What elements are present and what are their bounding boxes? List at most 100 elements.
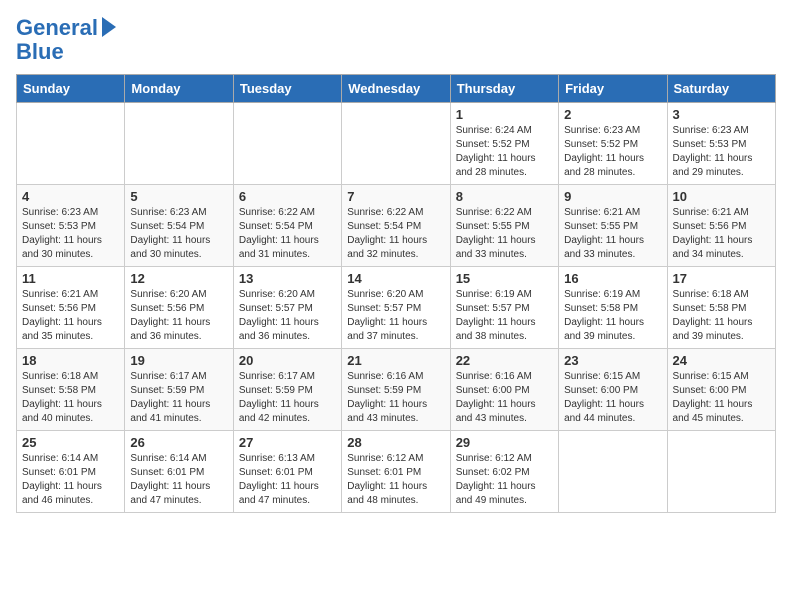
day-info: Sunrise: 6:17 AM Sunset: 5:59 PM Dayligh…: [130, 370, 227, 426]
day-number: 8: [456, 189, 553, 204]
day-number: 16: [564, 271, 661, 286]
day-info: Sunrise: 6:19 AM Sunset: 5:58 PM Dayligh…: [564, 288, 661, 344]
day-info: Sunrise: 6:18 AM Sunset: 5:58 PM Dayligh…: [673, 288, 770, 344]
day-number: 15: [456, 271, 553, 286]
page-header: General Blue: [16, 16, 776, 64]
day-number: 24: [673, 353, 770, 368]
calendar-cell: 27Sunrise: 6:13 AM Sunset: 6:01 PM Dayli…: [233, 431, 341, 513]
day-info: Sunrise: 6:15 AM Sunset: 6:00 PM Dayligh…: [564, 370, 661, 426]
day-info: Sunrise: 6:21 AM Sunset: 5:56 PM Dayligh…: [22, 288, 119, 344]
calendar-cell: [125, 103, 233, 185]
logo-text-blue: Blue: [16, 39, 64, 64]
calendar-cell: 24 Sunrise: 6:15 AM Sunset: 6:00 PM Dayli…: [667, 349, 775, 431]
calendar-cell: 1 Sunrise: 6:24 AM Sunset: 5:52 PM Daylig…: [450, 103, 558, 185]
day-number: 5: [130, 189, 227, 204]
day-number: 19: [130, 353, 227, 368]
col-header-monday: Monday: [125, 75, 233, 103]
day-info: Sunrise: 6:12 AM Sunset: 6:01 PM Dayligh…: [347, 452, 444, 508]
day-info: Sunrise: 6:23 AM Sunset: 5:53 PM Dayligh…: [673, 124, 770, 180]
day-number: 27: [239, 435, 336, 450]
day-info: Sunrise: 6:22 AM Sunset: 5:54 PM Dayligh…: [239, 206, 336, 262]
calendar-cell: 25 Sunrise: 6:14 AM Sunset: 6:01 PM Dayli…: [17, 431, 125, 513]
calendar-cell: 18 Sunrise: 6:18 AM Sunset: 5:58 PM Dayli…: [17, 349, 125, 431]
calendar-cell: 2 Sunrise: 6:23 AM Sunset: 5:52 PM Daylig…: [559, 103, 667, 185]
calendar-cell: 12Sunrise: 6:20 AM Sunset: 5:56 PM Dayli…: [125, 267, 233, 349]
day-number: 12: [130, 271, 227, 286]
calendar-cell: 26 Sunrise: 6:14 AM Sunset: 6:01 PM Dayli…: [125, 431, 233, 513]
calendar-cell: 17 Sunrise: 6:18 AM Sunset: 5:58 PM Dayli…: [667, 267, 775, 349]
col-header-thursday: Thursday: [450, 75, 558, 103]
day-info: Sunrise: 6:19 AM Sunset: 5:57 PM Dayligh…: [456, 288, 553, 344]
day-info: Sunrise: 6:12 AM Sunset: 6:02 PM Dayligh…: [456, 452, 553, 508]
calendar-cell: [342, 103, 450, 185]
col-header-friday: Friday: [559, 75, 667, 103]
day-number: 6: [239, 189, 336, 204]
day-number: 14: [347, 271, 444, 286]
day-info: Sunrise: 6:17 AM Sunset: 5:59 PM Dayligh…: [239, 370, 336, 426]
calendar-cell: [667, 431, 775, 513]
day-info: Sunrise: 6:21 AM Sunset: 5:56 PM Dayligh…: [673, 206, 770, 262]
day-info: Sunrise: 6:23 AM Sunset: 5:52 PM Dayligh…: [564, 124, 661, 180]
day-number: 18: [22, 353, 119, 368]
col-header-saturday: Saturday: [667, 75, 775, 103]
day-number: 21: [347, 353, 444, 368]
calendar-cell: 5 Sunrise: 6:23 AM Sunset: 5:54 PM Daylig…: [125, 185, 233, 267]
calendar-cell: 6 Sunrise: 6:22 AM Sunset: 5:54 PM Daylig…: [233, 185, 341, 267]
day-number: 9: [564, 189, 661, 204]
calendar-header-row: SundayMondayTuesdayWednesdayThursdayFrid…: [17, 75, 776, 103]
day-number: 28: [347, 435, 444, 450]
col-header-wednesday: Wednesday: [342, 75, 450, 103]
calendar-cell: 22 Sunrise: 6:16 AM Sunset: 6:00 PM Dayli…: [450, 349, 558, 431]
day-number: 4: [22, 189, 119, 204]
calendar-cell: 8 Sunrise: 6:22 AM Sunset: 5:55 PM Daylig…: [450, 185, 558, 267]
day-number: 20: [239, 353, 336, 368]
calendar-table: SundayMondayTuesdayWednesdayThursdayFrid…: [16, 74, 776, 513]
day-number: 7: [347, 189, 444, 204]
calendar-cell: 19 Sunrise: 6:17 AM Sunset: 5:59 PM Dayli…: [125, 349, 233, 431]
col-header-tuesday: Tuesday: [233, 75, 341, 103]
day-number: 13: [239, 271, 336, 286]
day-info: Sunrise: 6:14 AM Sunset: 6:01 PM Dayligh…: [130, 452, 227, 508]
day-info: Sunrise: 6:16 AM Sunset: 6:00 PM Dayligh…: [456, 370, 553, 426]
col-header-sunday: Sunday: [17, 75, 125, 103]
calendar-cell: 13Sunrise: 6:20 AM Sunset: 5:57 PM Dayli…: [233, 267, 341, 349]
day-number: 17: [673, 271, 770, 286]
day-number: 23: [564, 353, 661, 368]
calendar-week-row: 11 Sunrise: 6:21 AM Sunset: 5:56 PM Dayli…: [17, 267, 776, 349]
calendar-cell: [559, 431, 667, 513]
calendar-cell: [233, 103, 341, 185]
calendar-cell: 21 Sunrise: 6:16 AM Sunset: 5:59 PM Dayli…: [342, 349, 450, 431]
day-info: Sunrise: 6:14 AM Sunset: 6:01 PM Dayligh…: [22, 452, 119, 508]
day-info: Sunrise: 6:21 AM Sunset: 5:55 PM Dayligh…: [564, 206, 661, 262]
calendar-cell: 20 Sunrise: 6:17 AM Sunset: 5:59 PM Dayli…: [233, 349, 341, 431]
calendar-cell: 14 Sunrise: 6:20 AM Sunset: 5:57 PM Dayli…: [342, 267, 450, 349]
calendar-week-row: 25 Sunrise: 6:14 AM Sunset: 6:01 PM Dayli…: [17, 431, 776, 513]
logo-text-general: General: [16, 16, 98, 40]
calendar-cell: 16 Sunrise: 6:19 AM Sunset: 5:58 PM Dayli…: [559, 267, 667, 349]
calendar-cell: 7Sunrise: 6:22 AM Sunset: 5:54 PM Daylig…: [342, 185, 450, 267]
day-number: 11: [22, 271, 119, 286]
day-info: Sunrise: 6:24 AM Sunset: 5:52 PM Dayligh…: [456, 124, 553, 180]
logo: General Blue: [16, 16, 116, 64]
calendar-cell: 9 Sunrise: 6:21 AM Sunset: 5:55 PM Daylig…: [559, 185, 667, 267]
day-number: 2: [564, 107, 661, 122]
day-info: Sunrise: 6:20 AM Sunset: 5:57 PM Dayligh…: [347, 288, 444, 344]
day-number: 29: [456, 435, 553, 450]
day-number: 25: [22, 435, 119, 450]
calendar-cell: 23 Sunrise: 6:15 AM Sunset: 6:00 PM Dayli…: [559, 349, 667, 431]
day-number: 26: [130, 435, 227, 450]
day-info: Sunrise: 6:22 AM Sunset: 5:55 PM Dayligh…: [456, 206, 553, 262]
day-info: Sunrise: 6:23 AM Sunset: 5:54 PM Dayligh…: [130, 206, 227, 262]
calendar-cell: 15 Sunrise: 6:19 AM Sunset: 5:57 PM Dayli…: [450, 267, 558, 349]
day-number: 10: [673, 189, 770, 204]
logo-arrow-icon: [102, 17, 116, 37]
calendar-cell: 3Sunrise: 6:23 AM Sunset: 5:53 PM Daylig…: [667, 103, 775, 185]
day-info: Sunrise: 6:16 AM Sunset: 5:59 PM Dayligh…: [347, 370, 444, 426]
day-number: 22: [456, 353, 553, 368]
day-info: Sunrise: 6:23 AM Sunset: 5:53 PM Dayligh…: [22, 206, 119, 262]
calendar-cell: 10 Sunrise: 6:21 AM Sunset: 5:56 PM Dayli…: [667, 185, 775, 267]
day-info: Sunrise: 6:15 AM Sunset: 6:00 PM Dayligh…: [673, 370, 770, 426]
day-info: Sunrise: 6:18 AM Sunset: 5:58 PM Dayligh…: [22, 370, 119, 426]
day-number: 1: [456, 107, 553, 122]
calendar-cell: 29 Sunrise: 6:12 AM Sunset: 6:02 PM Dayli…: [450, 431, 558, 513]
